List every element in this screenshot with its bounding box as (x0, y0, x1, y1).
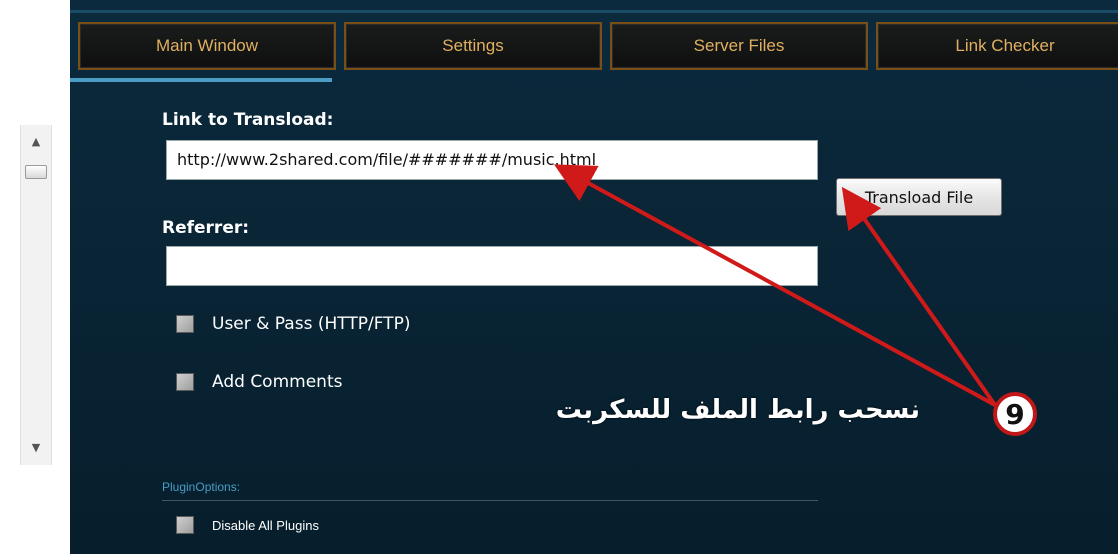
add-comments-checkbox[interactable] (176, 373, 194, 391)
referrer-input[interactable] (166, 246, 818, 286)
tab-settings[interactable]: Settings (344, 22, 602, 70)
tab-server-files[interactable]: Server Files (610, 22, 868, 70)
plugin-options-divider (162, 500, 818, 501)
add-comments-option[interactable]: Add Comments (176, 372, 342, 392)
transload-file-button[interactable]: Transload File (836, 178, 1002, 216)
tab-bar: Main Window Settings Server Files Link C… (78, 16, 1118, 76)
panel-top-border (70, 10, 1118, 13)
tab-link-checker[interactable]: Link Checker (876, 22, 1118, 70)
step-number-badge: 9 (993, 392, 1037, 436)
scrollbar-thumb[interactable] (25, 165, 47, 179)
user-pass-label: User & Pass (HTTP/FTP) (212, 314, 411, 334)
scroll-up-arrow-icon[interactable]: ▲ (21, 131, 51, 153)
active-tab-indicator (70, 78, 332, 82)
referrer-label: Referrer: (162, 218, 250, 238)
transload-panel: Main Window Settings Server Files Link C… (70, 0, 1118, 554)
user-pass-option[interactable]: User & Pass (HTTP/FTP) (176, 314, 410, 334)
disable-plugins-checkbox[interactable] (176, 516, 194, 534)
add-comments-label: Add Comments (212, 372, 343, 392)
link-to-transload-label: Link to Transload: (162, 110, 334, 130)
plugin-options-label: PluginOptions: (162, 480, 241, 494)
annotation-caption: نسحب رابط الملف للسكربت (555, 395, 920, 425)
link-input[interactable]: http://www.2shared.com/file/#######/musi… (166, 140, 818, 180)
user-pass-checkbox[interactable] (176, 315, 194, 333)
disable-plugins-option[interactable]: Disable All Plugins (176, 516, 319, 534)
tab-main-window[interactable]: Main Window (78, 22, 336, 70)
scroll-down-arrow-icon[interactable]: ▼ (21, 437, 51, 459)
vertical-scrollbar[interactable]: ▲ ▼ (20, 125, 52, 465)
disable-plugins-label: Disable All Plugins (212, 517, 319, 533)
